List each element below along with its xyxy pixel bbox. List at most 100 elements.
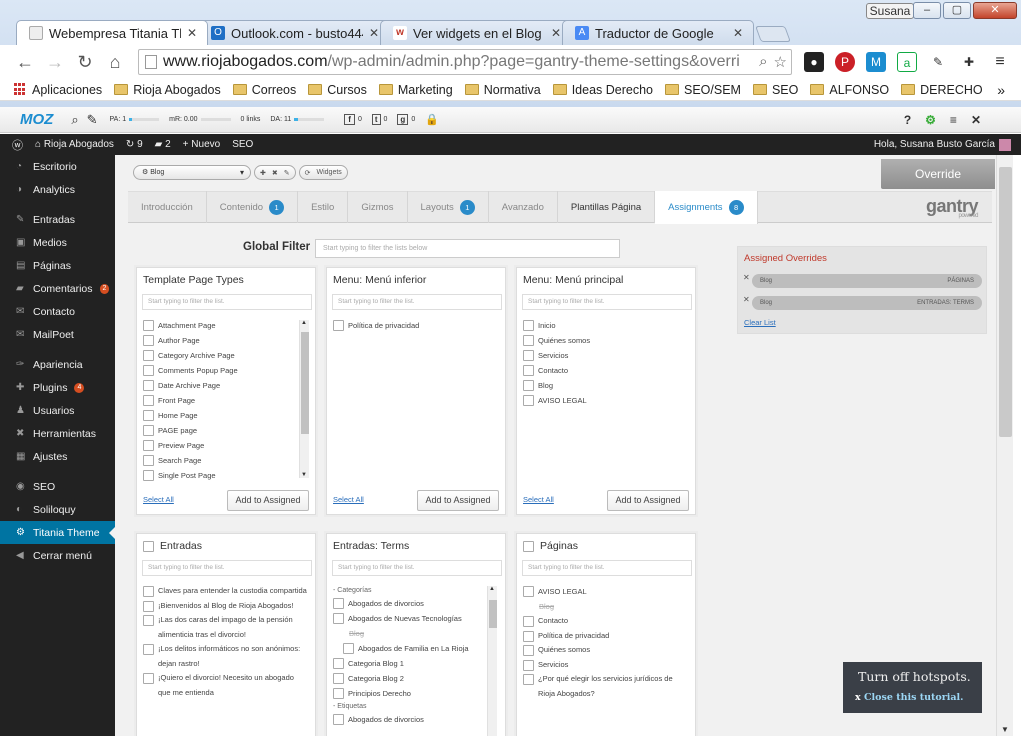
scroll-up-icon[interactable]: ▲ — [489, 586, 495, 592]
back-icon[interactable]: ← — [12, 52, 38, 73]
sidebar-item-entradas[interactable]: ✎ Entradas — [0, 208, 115, 231]
checkbox[interactable] — [143, 425, 154, 436]
tab-avanzado[interactable]: Avanzado — [489, 191, 558, 223]
list-item[interactable]: Claves para entender la custodia compart… — [143, 584, 308, 599]
panel-filter-input[interactable]: Start typing to filter the list. — [142, 294, 312, 310]
add-to-assigned-button[interactable]: Add to Assigned — [607, 490, 689, 511]
site-name-link[interactable]: ⌂ Rioja Abogados — [35, 139, 114, 150]
lock-icon[interactable]: 🔒 — [425, 113, 439, 126]
page-scrollbar[interactable]: ▼ — [996, 155, 1013, 736]
list-item[interactable]: Abogados de divorcios — [333, 596, 469, 611]
checkbox[interactable] — [523, 395, 534, 406]
wordpress-icon[interactable]: ⓦ — [12, 137, 23, 153]
checkbox[interactable] — [523, 616, 534, 627]
updates-link[interactable]: ↻ 9 — [126, 139, 143, 150]
list-item[interactable]: Comments Popup Page — [143, 363, 238, 378]
panel-filter-input[interactable]: Start typing to filter the list. — [522, 560, 692, 576]
bookmark-apps[interactable]: Aplicaciones — [14, 83, 102, 97]
list-item[interactable]: Quiénes somos — [523, 333, 590, 348]
remove-icon[interactable]: ✕ — [743, 295, 750, 304]
close-tutorial-link[interactable]: x Close this tutorial. — [855, 692, 963, 703]
checkbox[interactable] — [333, 714, 344, 725]
tab-assignments[interactable]: Assignments 8 — [655, 190, 758, 224]
add-to-assigned-button[interactable]: Add to Assigned — [227, 490, 309, 511]
checkbox[interactable] — [523, 586, 534, 597]
list-item[interactable]: ¡Bienvenidos al Blog de Rioja Abogados! — [143, 599, 308, 614]
close-icon[interactable]: ✕ — [971, 113, 981, 127]
sidebar-item-herramientas[interactable]: ✖ Herramientas — [0, 422, 115, 445]
new-link[interactable]: + Nuevo — [183, 139, 221, 150]
list-item[interactable]: Abogados de Nuevas Tecnologías — [333, 611, 469, 626]
list-item[interactable]: Abogados de divorcios — [333, 712, 469, 727]
widgets-button[interactable]: ⟳ Widgets — [298, 165, 348, 180]
checkbox[interactable] — [143, 586, 154, 597]
list-item[interactable]: Abogados de Familia en La Rioja — [333, 641, 469, 656]
amazon-icon[interactable]: a — [897, 52, 917, 72]
list-item[interactable]: AVISO LEGAL — [523, 584, 688, 599]
tab-webempresa[interactable]: Webempresa Titania Ther ✕ — [16, 20, 208, 45]
panel-filter-input[interactable]: Start typing to filter the list. — [142, 560, 312, 576]
checkbox[interactable] — [143, 600, 154, 612]
list-item[interactable]: Blog — [523, 378, 590, 393]
checkbox[interactable] — [523, 380, 534, 391]
maximize-button[interactable]: ▢ — [943, 2, 971, 19]
bookmark-folder[interactable]: SEO — [752, 83, 798, 97]
checkbox[interactable] — [143, 335, 154, 346]
list-item[interactable]: Category Archive Page — [143, 348, 238, 363]
checkbox[interactable] — [143, 410, 154, 421]
sidebar-item-plugins[interactable]: ✚ Plugins 4 — [0, 376, 115, 399]
list-item[interactable]: AVISO LEGAL — [523, 393, 590, 408]
list-item[interactable]: Preview Page — [143, 438, 238, 453]
sidebar-item-soliloquy[interactable]: ◐ Soliloquy — [0, 498, 115, 521]
remove-icon[interactable]: ✕ — [743, 273, 750, 282]
bookmark-folder[interactable]: DERECHO — [901, 83, 983, 97]
checkbox[interactable] — [333, 598, 344, 609]
sidebar-item-medios[interactable]: ▣ Medios — [0, 231, 115, 254]
scroll-down-icon[interactable]: ▼ — [1001, 725, 1009, 734]
panel-filter-input[interactable]: Start typing to filter the list. — [332, 560, 502, 576]
address-bar[interactable]: www.riojabogados.com/wp-admin/admin.php?… — [138, 49, 792, 75]
tab-blog-widgets[interactable]: w Ver widgets en el Blog pla ✕ — [380, 20, 572, 45]
search-icon[interactable]: ⌕ — [759, 53, 767, 71]
sidebar-item-comentarios[interactable]: ▰ Comentarios 2 — [0, 277, 115, 300]
sidebar-item-apariencia[interactable]: ✑ Apariencia — [0, 353, 115, 376]
list-item[interactable]: Contacto — [523, 614, 688, 629]
checkbox[interactable] — [523, 350, 534, 361]
sidebar-item-cerrar-menú[interactable]: ◀ Cerrar menú — [0, 544, 115, 567]
forward-icon[interactable]: → — [42, 52, 68, 73]
profile-button[interactable]: Susana — [866, 3, 914, 19]
sidebar-item-titania-theme[interactable]: ⚙ Titania Theme — [0, 521, 115, 544]
bookmark-folder[interactable]: Marketing — [378, 83, 453, 97]
clear-list-link[interactable]: Clear List — [744, 318, 776, 327]
checkbox[interactable] — [333, 658, 344, 669]
checkbox[interactable] — [333, 688, 344, 699]
moz-extension-icon[interactable]: M — [866, 52, 886, 72]
add-to-assigned-button[interactable]: Add to Assigned — [417, 490, 499, 511]
scroll-up-icon[interactable]: ▲ — [301, 320, 307, 326]
checkbox[interactable] — [143, 440, 154, 451]
list-item[interactable]: Principios Derecho — [333, 686, 469, 701]
tab-estilo[interactable]: Estilo — [298, 191, 349, 223]
star-icon[interactable]: ☆ — [774, 53, 787, 71]
bookmark-folder[interactable]: Ideas Derecho — [552, 83, 653, 97]
list-item[interactable]: Servicios — [523, 658, 688, 673]
list-item[interactable]: Search Page — [143, 453, 238, 468]
checkbox[interactable] — [333, 320, 344, 331]
panel-checkbox[interactable] — [143, 540, 154, 552]
puzzle-icon[interactable]: ✚ — [959, 52, 979, 72]
list-scrollbar[interactable]: ▲ — [487, 586, 497, 736]
bookmark-folder[interactable]: ALFONSO — [810, 83, 889, 97]
checkbox[interactable] — [143, 365, 154, 376]
tab-translate[interactable]: A Traductor de Google ✕ — [562, 20, 754, 45]
select-all-link[interactable]: Select All — [333, 495, 364, 504]
comments-link[interactable]: ▰ 2 — [155, 139, 171, 150]
account-menu[interactable]: Hola, Susana Busto García — [874, 138, 1011, 151]
evernote-icon[interactable]: ● — [804, 52, 824, 72]
list-item[interactable]: PAGE page — [143, 423, 238, 438]
override-button[interactable]: Override — [881, 159, 995, 189]
sidebar-item-escritorio[interactable]: ◔ Escritorio — [0, 155, 115, 178]
checkbox[interactable] — [143, 455, 154, 466]
tab-outlook[interactable]: O Outlook.com - busto444@ ✕ — [198, 20, 390, 45]
list-item[interactable]: Attachment Page — [143, 318, 238, 333]
list-item[interactable]: Servicios — [523, 348, 590, 363]
